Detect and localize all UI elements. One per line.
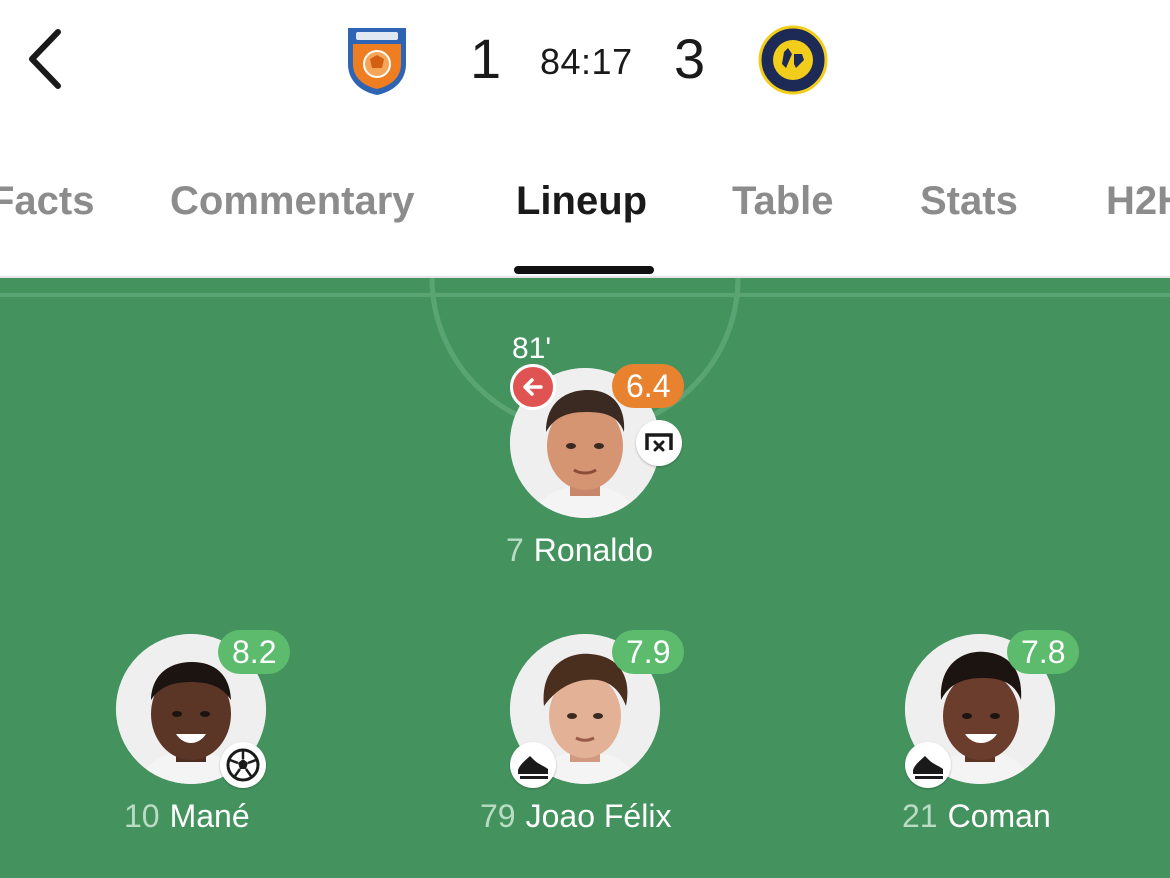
player-label-coman: 21 Coman: [902, 798, 1051, 835]
player-ronaldo[interactable]: 6.4: [510, 364, 685, 518]
assist-icon: [510, 742, 556, 788]
tab-facts[interactable]: Facts: [0, 178, 95, 224]
player-number: 10: [124, 798, 160, 834]
substitution-minute: 81': [512, 332, 552, 365]
player-label-ronaldo: 7 Ronaldo: [506, 532, 653, 569]
player-rating: 8.2: [218, 630, 291, 674]
missed-chance-icon: [636, 420, 682, 466]
player-number: 21: [902, 798, 938, 834]
assist-icon: [905, 742, 951, 788]
player-name: Mané: [169, 798, 250, 834]
tab-stats[interactable]: Stats: [920, 178, 1018, 224]
player-joao-felix[interactable]: 7.9: [510, 630, 685, 788]
tab-lineup[interactable]: Lineup: [516, 178, 647, 224]
player-coman[interactable]: 7.8: [905, 630, 1080, 788]
player-number: 7: [506, 532, 524, 568]
home-score: 1: [470, 27, 502, 90]
player-rating: 7.8: [1007, 630, 1080, 674]
chevron-left-icon: [29, 29, 61, 89]
tab-commentary[interactable]: Commentary: [170, 178, 415, 224]
tab-h2h[interactable]: H2H: [1106, 178, 1170, 224]
home-team-crest[interactable]: [342, 24, 412, 96]
back-button[interactable]: [22, 26, 70, 92]
player-label-mane: 10 Mané: [124, 798, 250, 835]
player-rating: 6.4: [612, 364, 685, 408]
player-name: Coman: [947, 798, 1051, 834]
al-nassr-logo: [758, 25, 828, 95]
active-tab-indicator: [514, 266, 654, 274]
player-name: Joao Félix: [525, 798, 672, 834]
substituted-off-icon: [510, 364, 556, 410]
match-header: 1 84:17 3: [0, 0, 1170, 130]
match-tabs: Facts Commentary Lineup Table Stats H2H: [0, 130, 1170, 278]
tab-table[interactable]: Table: [732, 178, 834, 224]
lineup-pitch: 81' 6.4 7 Ronaldo 8.2 10 Mané 7.9 79 Joa…: [0, 278, 1170, 878]
away-team-crest[interactable]: [758, 24, 828, 96]
match-clock: 84:17: [540, 41, 633, 82]
goal-icon: [220, 742, 266, 788]
al-fayha-logo: [348, 28, 406, 95]
player-name: Ronaldo: [533, 532, 653, 568]
player-mane[interactable]: 8.2: [116, 630, 291, 788]
player-label-joao-felix: 79 Joao Félix: [480, 798, 671, 835]
player-number: 79: [480, 798, 516, 834]
player-rating: 7.9: [612, 630, 685, 674]
away-score: 3: [674, 27, 706, 90]
